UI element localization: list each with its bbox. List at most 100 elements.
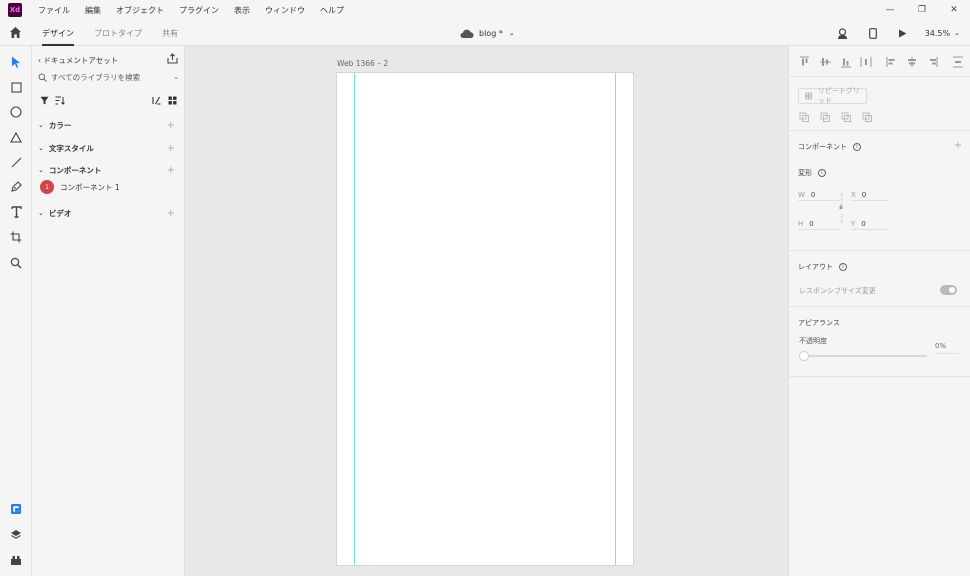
x-field[interactable]: X 0 [851, 189, 888, 201]
y-label: Y [851, 219, 856, 228]
back-to-document-assets[interactable]: ‹ ドキュメントアセット [38, 55, 118, 66]
boolean-subtract-icon[interactable] [820, 112, 830, 122]
boolean-exclude-icon[interactable] [862, 112, 872, 122]
tab-share[interactable]: 共有 [162, 20, 178, 46]
section-video[interactable]: ⌄ ビデオ + [38, 206, 179, 220]
plugins-panel-icon[interactable] [8, 552, 24, 568]
grid-view-icon[interactable] [168, 96, 177, 105]
divider [789, 376, 970, 377]
menu-file[interactable]: ファイル [38, 5, 70, 16]
sort-icon[interactable] [55, 96, 65, 105]
x-label: X [851, 190, 856, 199]
layout-guide-left[interactable] [354, 73, 355, 565]
section-colors[interactable]: ⌄ カラー + [38, 118, 179, 132]
info-icon[interactable]: i [853, 143, 861, 151]
layers-panel-icon[interactable] [8, 527, 24, 543]
y-field[interactable]: Y 0 [851, 218, 888, 230]
add-character-style-button[interactable]: + [167, 143, 175, 154]
x-value[interactable]: 0 [862, 191, 866, 199]
ellipse-tool-icon[interactable] [8, 104, 24, 120]
artboard[interactable] [336, 72, 634, 566]
chevron-down-icon[interactable]: ⌄ [509, 29, 515, 37]
filter-icon[interactable] [40, 96, 49, 105]
slider-knob[interactable] [799, 351, 809, 361]
text-tool-icon[interactable] [8, 204, 24, 220]
y-value[interactable]: 0 [861, 220, 865, 228]
zoom-level[interactable]: 34.5% [925, 29, 950, 38]
align-bottom-icon[interactable] [841, 58, 851, 68]
component-title-label: コンポーネント [798, 143, 847, 151]
tab-design[interactable]: デザイン [42, 20, 74, 46]
component-item[interactable]: 1 コンポーネント 1 [40, 180, 120, 194]
grid-icon [805, 92, 812, 100]
add-video-button[interactable]: + [167, 208, 175, 219]
opacity-label: 不透明度 [799, 337, 827, 345]
align-left-icon[interactable] [886, 57, 895, 67]
window-controls: — ❐ ✕ [874, 0, 970, 20]
mobile-preview-icon[interactable] [865, 25, 881, 41]
export-icon[interactable] [167, 53, 178, 64]
align-right-icon[interactable] [930, 57, 938, 67]
pen-tool-icon[interactable] [8, 179, 24, 195]
minimize-button[interactable]: — [874, 0, 906, 20]
close-button[interactable]: ✕ [938, 0, 970, 20]
line-tool-icon[interactable] [8, 154, 24, 170]
section-components[interactable]: ⌄ コンポーネント + [38, 163, 179, 177]
menu-view[interactable]: 表示 [234, 5, 250, 16]
menu-plugins[interactable]: プラグイン [179, 5, 219, 16]
user-icon[interactable] [835, 25, 851, 41]
info-icon[interactable]: i [839, 263, 847, 271]
align-toolbar [800, 56, 963, 68]
info-icon[interactable]: i [818, 169, 826, 177]
search-chevron-icon[interactable]: ⌄ [173, 73, 179, 81]
menu-help[interactable]: ヘルプ [320, 5, 344, 16]
align-top-icon[interactable] [800, 56, 809, 66]
divider [789, 130, 970, 131]
layout-guide-right[interactable] [615, 73, 616, 565]
opacity-slider[interactable] [799, 351, 927, 361]
layout-section-title: レイアウト i [798, 262, 847, 272]
menu-edit[interactable]: 編集 [85, 5, 101, 16]
align-center-icon[interactable] [908, 57, 916, 67]
library-search[interactable]: すべてのライブラリを検索 ⌄ [38, 70, 179, 84]
assets-panel-icon[interactable] [8, 501, 24, 517]
width-field[interactable]: W 0 [798, 189, 840, 201]
boolean-add-icon[interactable] [799, 112, 809, 122]
add-color-button[interactable]: + [167, 120, 175, 131]
responsive-resize-toggle[interactable] [940, 285, 957, 295]
distribute-horizontal-icon[interactable] [860, 57, 872, 67]
repeat-grid-button[interactable]: リピートグリッド [798, 87, 867, 105]
maximize-button[interactable]: ❐ [906, 0, 938, 20]
select-tool-icon[interactable] [8, 54, 24, 70]
document-title[interactable]: blog * ⌄ [460, 20, 515, 46]
section-character-styles[interactable]: ⌄ 文字スタイル + [38, 141, 179, 155]
zoom-chevron-icon[interactable]: ⌄ [954, 29, 960, 37]
zoom-tool-icon[interactable] [8, 255, 24, 271]
tab-prototype[interactable]: プロトタイプ [94, 20, 142, 46]
artboard-label[interactable]: Web 1366 – 2 [337, 59, 388, 68]
transform-title-label: 変形 [798, 169, 812, 177]
menu-window[interactable]: ウィンドウ [265, 5, 305, 16]
height-value[interactable]: 0 [809, 220, 813, 228]
home-icon[interactable] [9, 26, 22, 39]
distribute-vertical-icon[interactable] [953, 56, 963, 68]
play-icon[interactable] [895, 25, 911, 41]
add-component-state-button[interactable]: + [954, 140, 962, 151]
height-field[interactable]: H 0 [798, 218, 840, 230]
artboard-tool-icon[interactable] [8, 229, 24, 245]
component-section-title: コンポーネント i [798, 142, 861, 152]
component-badge: 1 [40, 180, 54, 194]
list-view-icon[interactable] [152, 96, 161, 105]
slider-track [804, 355, 927, 357]
rectangle-tool-icon[interactable] [8, 79, 24, 95]
add-component-button[interactable]: + [167, 165, 175, 176]
boolean-intersect-icon[interactable] [841, 112, 851, 122]
canvas[interactable]: Web 1366 – 2 [186, 46, 788, 576]
align-middle-icon[interactable] [820, 58, 831, 66]
toolbar-right: 34.5% ⌄ [835, 20, 970, 46]
width-value[interactable]: 0 [811, 191, 815, 199]
menu-object[interactable]: オブジェクト [116, 5, 164, 16]
polygon-tool-icon[interactable] [8, 129, 24, 145]
opacity-value[interactable]: 0% [935, 342, 959, 354]
xd-logo: Xd [8, 3, 22, 17]
